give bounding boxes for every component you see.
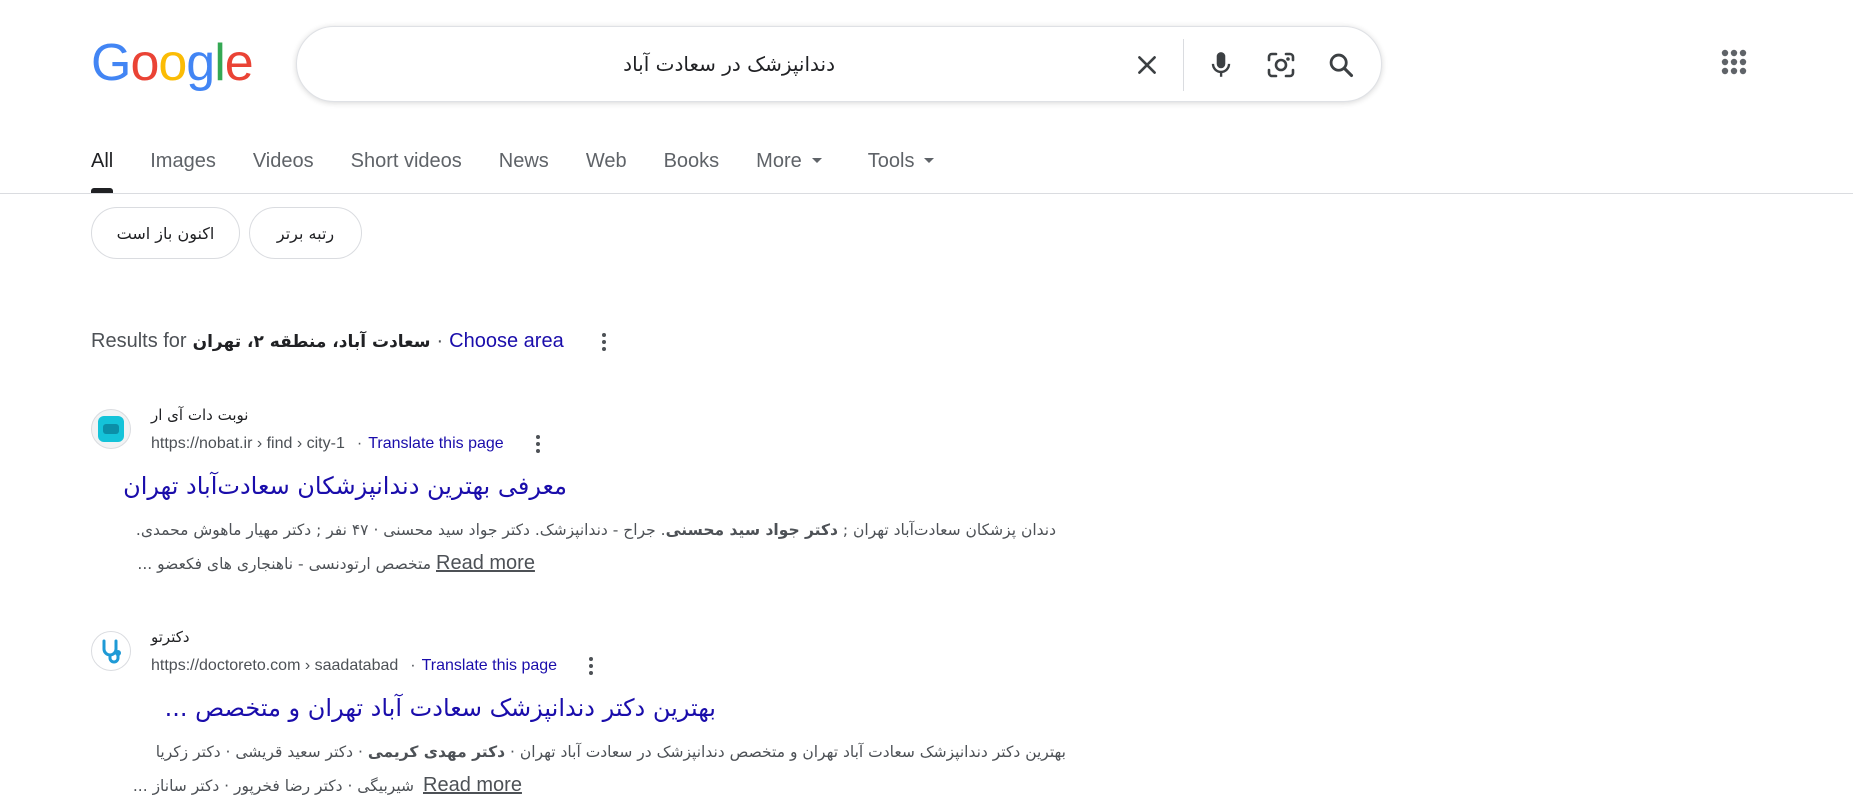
tab-label: Videos [252,150,314,172]
chip-open-now[interactable]: اکنون باز است [91,207,240,259]
camera-lens-icon [1267,52,1295,78]
results-for-prefix: Results for [91,330,187,352]
logo-letter: o [158,34,187,92]
microphone-icon [1211,52,1231,77]
result-site-name: دکترتو [151,628,190,646]
close-icon [1138,56,1156,74]
tab-books[interactable]: Books [664,150,720,194]
results-location: سعادت آباد، منطقه ۲، تهران [192,331,431,352]
chevron-down-icon [924,157,935,163]
result-url[interactable]: https://nobat.ir › find › city-1 [151,435,345,453]
search-input-wrap [325,45,835,85]
tab-label: Web [585,150,627,172]
read-more-link[interactable]: Read more [423,774,522,797]
result-url[interactable]: https://doctoreto.com › saadatabad [151,657,398,675]
tab-images[interactable]: Images [150,150,216,194]
tab-label: All [91,150,114,172]
tab-label: Books [663,150,720,172]
snippet-bold: دکتر جواد سید محسنی [665,521,838,539]
tab-label: Tools [867,150,915,172]
result-options-icon[interactable] [581,657,601,675]
translate-page-link[interactable]: Translate this page [422,657,557,675]
logo-letter: G [91,34,131,92]
search-input[interactable] [325,45,835,83]
more-options-icon[interactable] [594,332,614,351]
voice-search-button[interactable] [1197,41,1245,89]
snippet-text: دندان پزشکان سعادت‌آباد تهران ; [837,521,1056,539]
chip-top-rated[interactable]: رتبه برتر [249,207,362,259]
url-separator: · [410,657,416,674]
google-logo[interactable]: Google [91,34,254,92]
stethoscope-icon [102,639,121,664]
search-icon [1329,53,1354,78]
result-site-name: نوبت دات آی ار [151,406,249,424]
snippet-text: بهترین دکتر دندانپزشک سعادت آباد تهران و… [505,743,1066,761]
tab-web[interactable]: Web [586,150,627,194]
snippet-bold: دکتر مهدی کریمی [367,743,506,761]
tab-short-videos[interactable]: Short videos [351,150,462,194]
logo-letter: e [224,34,254,92]
tab-news[interactable]: News [499,150,549,194]
result-snippet: دندان پزشکان سعادت‌آباد تهران ; دکتر جوا… [91,513,1056,547]
apps-grid-icon [1721,49,1747,75]
tab-label: Short videos [350,150,462,172]
tab-more[interactable]: More [756,150,822,194]
logo-letter: l [214,34,226,92]
snippet-text: . جراح - دندانپزشک. دکتر جواد سید محسنی … [135,521,666,539]
tab-label: News [498,150,549,172]
tab-label: More [756,150,802,172]
result-title-link[interactable]: معرفی بهترین دندانپزشکان سعادت‌آباد تهرا… [91,472,567,500]
search-divider [1183,39,1184,91]
site-favicon[interactable] [91,409,131,449]
site-favicon[interactable] [91,631,131,671]
lens-search-button[interactable] [1257,41,1305,89]
clear-search-button[interactable] [1123,41,1171,89]
results-for-separator: · [436,330,444,352]
url-separator: · [356,435,363,452]
result-url-line: https://nobat.ir › find › city-1 · Trans… [151,435,548,453]
choose-area-link[interactable]: Choose area [449,330,564,353]
apps-button[interactable] [1714,42,1754,82]
tab-all[interactable]: All [91,150,114,194]
translate-page-link[interactable]: Translate this page [368,435,503,453]
results-for-line: Results for سعادت آباد، منطقه ۲، تهران ·… [91,330,614,353]
tab-videos[interactable]: Videos [253,150,314,194]
tabs-divider [0,193,1853,194]
tab-tools[interactable]: Tools [868,150,935,194]
result-title-link[interactable]: بهترین دکتر دندانپزشک سعادت آباد تهران و… [91,694,716,722]
chip-label: رتبه برتر [276,223,335,243]
result-options-icon[interactable] [528,435,548,453]
search-box [296,26,1382,102]
snippet-text: · دکتر سعید قریشی · دکتر زکریا [155,743,368,761]
read-more-link[interactable]: Read more [436,552,535,575]
result-snippet: بهترین دکتر دندانپزشک سعادت آباد تهران و… [91,735,1066,769]
result-snippet-line2: شیربیگی · دکتر رضا فخرپور · دکتر ساناز .… [132,777,414,795]
search-tabs: All Images Videos Short videos News Web … [91,150,971,194]
logo-letter: o [130,34,159,92]
tab-label: Images [150,150,216,172]
logo-letter: g [186,34,215,92]
chip-label: اکنون باز است [116,223,215,243]
chevron-down-icon [811,157,822,163]
nobat-logo-icon [98,416,124,442]
result-url-line: https://doctoreto.com › saadatabad · Tra… [151,657,601,675]
search-button[interactable] [1317,41,1365,89]
result-snippet-line2: متخصص ارتودنسی - ناهنجاری های فکعضو ... [137,555,431,573]
